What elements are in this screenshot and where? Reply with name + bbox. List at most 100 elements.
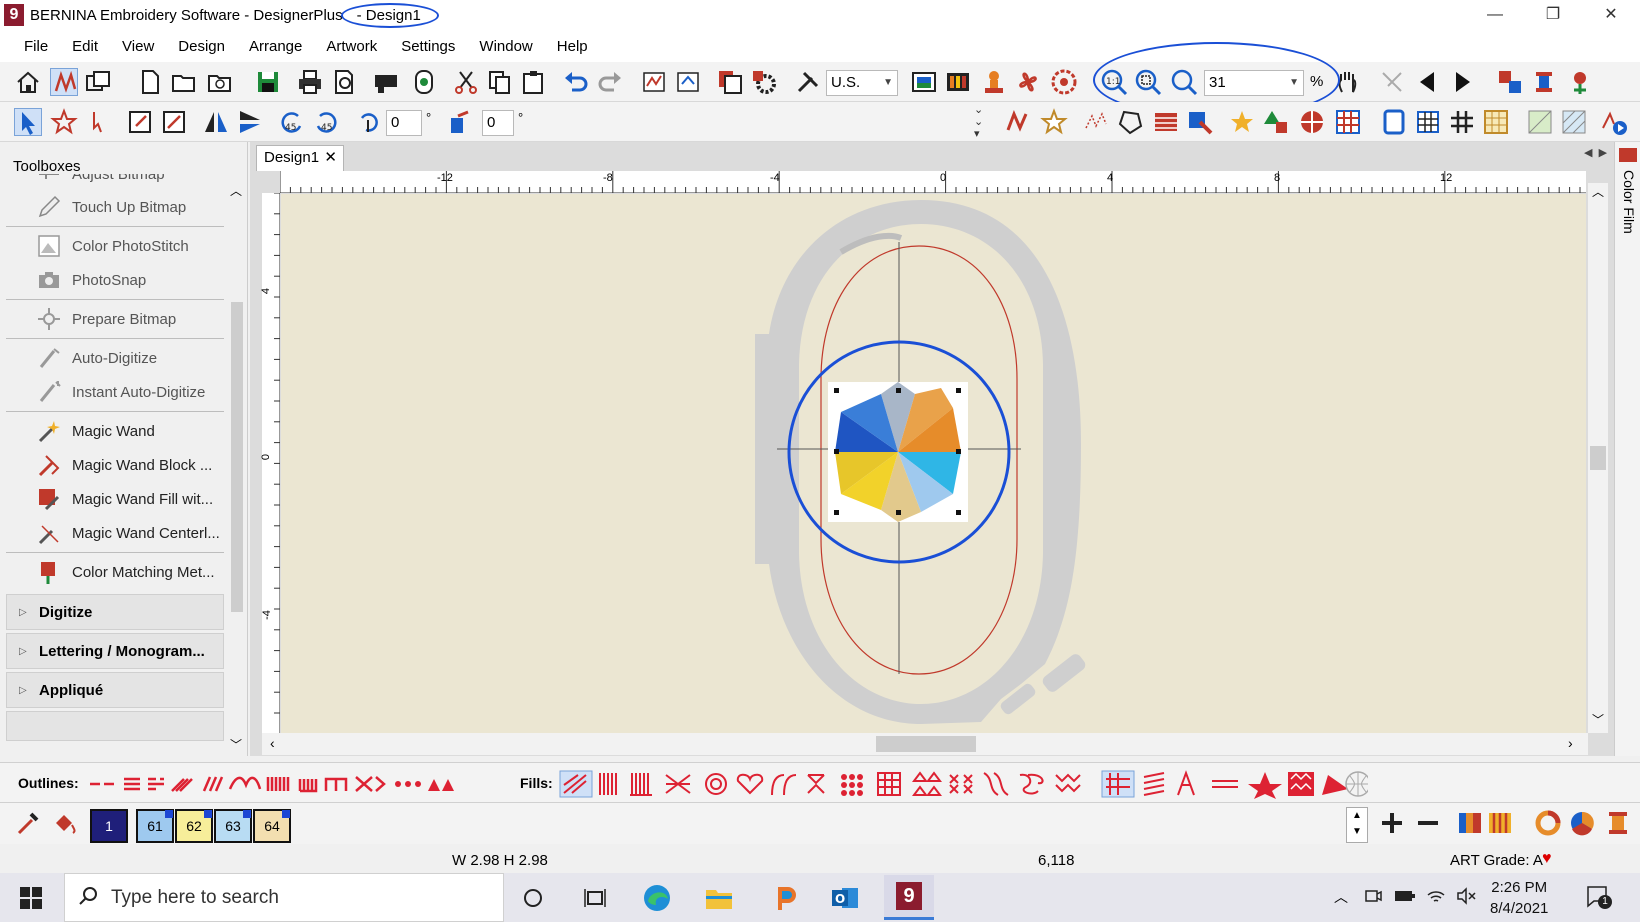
paste-icon[interactable] [520,68,548,96]
show-artwork-icon[interactable] [1526,108,1554,136]
paint-bucket-icon[interactable] [50,809,78,837]
toolbox-item-touch-up-bitmap[interactable]: Touch Up Bitmap [6,190,224,224]
cut-icon[interactable] [452,68,480,96]
scroll-down-icon[interactable]: ﹀ [230,736,242,753]
thread-spool-icon[interactable] [1604,809,1632,837]
rotate-right-45-icon[interactable]: 45 [312,108,340,136]
redo-icon[interactable] [596,68,624,96]
copy-icon[interactable] [486,68,514,96]
menu-view[interactable]: View [122,38,154,55]
taskbar-clock[interactable]: 2:26 PM 8/4/2021 [1490,877,1548,919]
file-explorer-icon[interactable] [700,879,738,917]
tab-scroll-arrows[interactable]: ◀ ▶ [1584,146,1607,159]
paint-3d-icon[interactable] [766,879,804,917]
palette-spinner[interactable]: ▲ ▼ [1346,807,1368,843]
color-swatch[interactable]: 61 [136,809,174,843]
canvas-horizontal-scroll-thumb[interactable] [876,736,976,752]
scroll-down-icon[interactable]: ﹀ [1592,711,1604,728]
toolbox-item-color-matching[interactable]: Color Matching Met... [6,555,224,589]
flower-outline-icon[interactable] [1040,108,1068,136]
edge-browser-icon[interactable] [638,879,676,917]
menu-file[interactable]: File [24,38,48,55]
stitch-player-icon[interactable] [1600,108,1628,136]
polygon-icon[interactable] [1116,108,1144,136]
eyedropper-icon[interactable] [14,809,42,837]
minimize-button[interactable]: — [1466,0,1524,30]
tray-chevron-up-icon[interactable]: ︿ [1334,887,1348,907]
color-ring-icon[interactable] [1534,809,1562,837]
skew-angle-input[interactable]: 0 [482,110,514,136]
scroll-right-icon[interactable]: › [1568,735,1573,751]
toolbox-item-magic-wand-block[interactable]: Magic Wand Block ... [6,448,224,482]
remove-color-icon[interactable] [1414,809,1442,837]
send-to-machine-icon[interactable] [372,68,400,96]
travel-stitch-icon[interactable] [1378,68,1406,96]
thread-chart-icon[interactable] [1456,809,1484,837]
spinner-up-icon[interactable]: ▲ [1352,810,1362,821]
quilt-star-design[interactable] [828,382,968,522]
previous-arrow-icon[interactable] [1414,68,1442,96]
color-swatch[interactable]: 62 [175,809,213,843]
toolbox-item-magic-wand[interactable]: Magic Wand [6,414,224,448]
new-document-icon[interactable] [136,68,164,96]
fill-types-icons[interactable] [558,769,1368,799]
rotate-icon[interactable] [354,108,382,136]
embroidery-canvas-icon[interactable] [50,68,78,96]
scroll-up-icon[interactable]: ︿ [1592,183,1604,200]
taskbar-search-box[interactable]: Type here to search [64,873,504,922]
multi-window-icon[interactable] [84,68,112,96]
open-folder-dropdown-icon[interactable] [206,68,234,96]
tab-design1[interactable]: Design1 ✕ [256,145,344,171]
select-arrow-icon[interactable] [14,108,42,136]
print-icon[interactable] [296,68,324,96]
add-color-icon[interactable] [1378,809,1406,837]
menu-arrange[interactable]: Arrange [249,38,302,55]
toolbox-item-magic-wand-centerline[interactable]: Magic Wand Centerl... [6,516,224,550]
task-view-icon[interactable] [576,879,614,917]
mirror-vertical-icon[interactable] [236,108,264,136]
toolbox-group-lettering[interactable]: ▷ Lettering / Monogram... [6,633,224,669]
usb-stick-icon[interactable] [410,68,438,96]
hoop-show-icon[interactable] [1380,108,1408,136]
toolbox-group-applique[interactable]: ▷ Appliqué [6,672,224,708]
toolbox-item-prepare-bitmap[interactable]: Prepare Bitmap [6,302,224,336]
import-artwork-icon[interactable] [674,68,702,96]
menu-design[interactable]: Design [178,38,225,55]
canvas-vertical-scroll-thumb[interactable] [1590,446,1606,470]
next-arrow-icon[interactable] [1448,68,1476,96]
design-canvas[interactable] [281,194,1586,733]
color-cube-icon[interactable] [1568,809,1596,837]
rotation-angle-input[interactable]: 0 [386,110,422,136]
undo-icon[interactable] [562,68,590,96]
rotate-left-45-icon[interactable]: 45 [278,108,306,136]
menu-settings[interactable]: Settings [401,38,455,55]
shapes-icon[interactable] [1262,108,1290,136]
units-select[interactable]: U.S. ▼ [826,70,898,96]
design-properties-icon[interactable] [716,68,744,96]
battery-icon[interactable] [1394,888,1416,908]
color-film-label[interactable]: Color Film [1617,170,1637,250]
home-icon[interactable] [14,68,42,96]
save-icon[interactable] [254,68,282,96]
close-tab-icon[interactable]: ✕ [324,146,337,170]
ruler-grid-icon[interactable] [1482,108,1510,136]
close-button[interactable]: ✕ [1582,0,1640,30]
notification-icon[interactable]: 1 [1586,885,1612,913]
reshape-star-icon[interactable] [50,108,78,136]
toolbox-item-instant-auto-digitize[interactable]: Instant Auto-Digitize [6,375,224,409]
menu-artwork[interactable]: Artwork [326,38,377,55]
random-stitch-icon[interactable] [1082,108,1110,136]
pattern-circle-icon[interactable] [1050,68,1078,96]
spinner-down-icon[interactable]: ▼ [1352,826,1362,837]
hash-grid-icon[interactable] [1448,108,1476,136]
panel-scroll-thumb[interactable] [231,302,243,612]
tools-hammer-icon[interactable] [794,68,822,96]
toolbox-item-auto-digitize[interactable]: Auto-Digitize [6,341,224,375]
skew-icon[interactable] [446,108,474,136]
mirror-horizontal-icon[interactable] [202,108,230,136]
grid-table-icon[interactable] [1334,108,1362,136]
cortana-icon[interactable] [514,879,552,917]
scale-icon[interactable] [126,108,154,136]
windows-start-icon[interactable] [12,879,50,917]
select-object-icon[interactable] [84,108,112,136]
